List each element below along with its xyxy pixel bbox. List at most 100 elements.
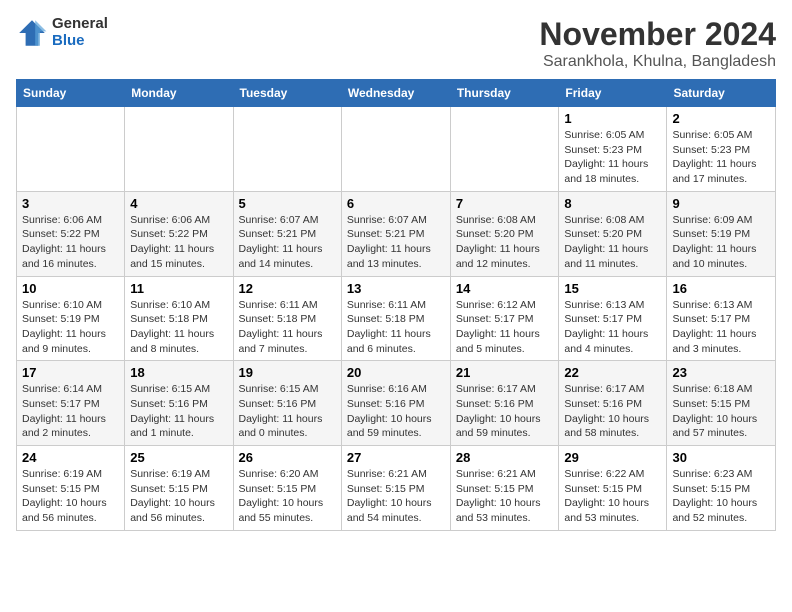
day-number: 22 (564, 365, 661, 380)
location-title: Sarankhola, Khulna, Bangladesh (539, 53, 776, 71)
day-info: Sunrise: 6:12 AM Sunset: 5:17 PM Dayligh… (456, 298, 554, 357)
day-number: 6 (347, 196, 445, 211)
month-title: November 2024 (539, 16, 776, 53)
logo-general: General (52, 16, 108, 33)
day-number: 4 (130, 196, 227, 211)
header-row: SundayMondayTuesdayWednesdayThursdayFrid… (17, 80, 776, 107)
day-number: 5 (239, 196, 336, 211)
day-number: 14 (456, 281, 554, 296)
day-info: Sunrise: 6:22 AM Sunset: 5:15 PM Dayligh… (564, 467, 661, 526)
calendar-cell: 4 Sunrise: 6:06 AM Sunset: 5:22 PM Daylig… (125, 191, 233, 276)
calendar-cell: 10 Sunrise: 6:10 AM Sunset: 5:19 PM Dayli… (17, 276, 125, 361)
header-wednesday: Wednesday (341, 80, 450, 107)
day-info: Sunrise: 6:16 AM Sunset: 5:16 PM Dayligh… (347, 382, 445, 441)
header: General Blue November 2024 Sarankhola, K… (16, 16, 776, 71)
calendar-cell: 1 Sunrise: 6:05 AM Sunset: 5:23 PM Daylig… (559, 107, 667, 192)
calendar-cell: 23 Sunrise: 6:18 AM Sunset: 5:15 PM Dayli… (667, 361, 776, 446)
day-info: Sunrise: 6:21 AM Sunset: 5:15 PM Dayligh… (456, 467, 554, 526)
calendar-cell: 9 Sunrise: 6:09 AM Sunset: 5:19 PM Daylig… (667, 191, 776, 276)
day-number: 23 (672, 365, 770, 380)
title-block: November 2024 Sarankhola, Khulna, Bangla… (539, 16, 776, 71)
day-info: Sunrise: 6:11 AM Sunset: 5:18 PM Dayligh… (347, 298, 445, 357)
calendar-cell: 13 Sunrise: 6:11 AM Sunset: 5:18 PM Dayli… (341, 276, 450, 361)
calendar-cell: 5 Sunrise: 6:07 AM Sunset: 5:21 PM Daylig… (233, 191, 341, 276)
day-info: Sunrise: 6:07 AM Sunset: 5:21 PM Dayligh… (239, 213, 336, 272)
calendar-cell: 19Sunrise: 6:15 AM Sunset: 5:16 PM Dayli… (233, 361, 341, 446)
day-info: Sunrise: 6:23 AM Sunset: 5:15 PM Dayligh… (672, 467, 770, 526)
day-info: Sunrise: 6:14 AM Sunset: 5:17 PM Dayligh… (22, 382, 119, 441)
calendar-table: SundayMondayTuesdayWednesdayThursdayFrid… (16, 79, 776, 531)
day-number: 30 (672, 450, 770, 465)
calendar-cell: 18 Sunrise: 6:15 AM Sunset: 5:16 PM Dayli… (125, 361, 233, 446)
day-number: 25 (130, 450, 227, 465)
day-info: Sunrise: 6:06 AM Sunset: 5:22 PM Dayligh… (130, 213, 227, 272)
day-number: 21 (456, 365, 554, 380)
day-number: 10 (22, 281, 119, 296)
day-number: 1 (564, 111, 661, 126)
day-info: Sunrise: 6:08 AM Sunset: 5:20 PM Dayligh… (456, 213, 554, 272)
page-container: General Blue November 2024 Sarankhola, K… (16, 16, 776, 531)
day-number: 11 (130, 281, 227, 296)
day-info: Sunrise: 6:15 AM Sunset: 5:16 PM Dayligh… (130, 382, 227, 441)
day-number: 18 (130, 365, 227, 380)
calendar-cell: 8 Sunrise: 6:08 AM Sunset: 5:20 PM Daylig… (559, 191, 667, 276)
calendar-cell: 30 Sunrise: 6:23 AM Sunset: 5:15 PM Dayli… (667, 446, 776, 531)
header-friday: Friday (559, 80, 667, 107)
logo-icon (16, 17, 48, 49)
calendar-cell: 29 Sunrise: 6:22 AM Sunset: 5:15 PM Dayli… (559, 446, 667, 531)
calendar-cell: 27Sunrise: 6:21 AM Sunset: 5:15 PM Dayli… (341, 446, 450, 531)
day-number: 16 (672, 281, 770, 296)
day-info: Sunrise: 6:15 AM Sunset: 5:16 PM Dayligh… (239, 382, 336, 441)
calendar-cell: 15 Sunrise: 6:13 AM Sunset: 5:17 PM Dayli… (559, 276, 667, 361)
calendar-cell: 21 Sunrise: 6:17 AM Sunset: 5:16 PM Dayli… (450, 361, 559, 446)
day-number: 29 (564, 450, 661, 465)
logo: General Blue (16, 16, 108, 49)
day-number: 7 (456, 196, 554, 211)
logo-text: General Blue (52, 16, 108, 49)
day-info: Sunrise: 6:05 AM Sunset: 5:23 PM Dayligh… (564, 128, 661, 187)
header-monday: Monday (125, 80, 233, 107)
day-info: Sunrise: 6:09 AM Sunset: 5:19 PM Dayligh… (672, 213, 770, 272)
day-number: 20 (347, 365, 445, 380)
calendar-cell: 14 Sunrise: 6:12 AM Sunset: 5:17 PM Dayli… (450, 276, 559, 361)
day-number: 2 (672, 111, 770, 126)
day-number: 8 (564, 196, 661, 211)
day-number: 3 (22, 196, 119, 211)
day-number: 13 (347, 281, 445, 296)
day-info: Sunrise: 6:18 AM Sunset: 5:15 PM Dayligh… (672, 382, 770, 441)
day-info: Sunrise: 6:08 AM Sunset: 5:20 PM Dayligh… (564, 213, 661, 272)
calendar-cell: 16 Sunrise: 6:13 AM Sunset: 5:17 PM Dayli… (667, 276, 776, 361)
week-row-1: 3 Sunrise: 6:06 AM Sunset: 5:22 PM Daylig… (17, 191, 776, 276)
day-info: Sunrise: 6:19 AM Sunset: 5:15 PM Dayligh… (22, 467, 119, 526)
day-number: 28 (456, 450, 554, 465)
day-number: 17 (22, 365, 119, 380)
week-row-3: 17 Sunrise: 6:14 AM Sunset: 5:17 PM Dayli… (17, 361, 776, 446)
day-info: Sunrise: 6:20 AM Sunset: 5:15 PM Dayligh… (239, 467, 336, 526)
calendar-cell: 28 Sunrise: 6:21 AM Sunset: 5:15 PM Dayli… (450, 446, 559, 531)
calendar-cell (17, 107, 125, 192)
day-info: Sunrise: 6:19 AM Sunset: 5:15 PM Dayligh… (130, 467, 227, 526)
calendar-cell (341, 107, 450, 192)
calendar-cell (125, 107, 233, 192)
calendar-cell (233, 107, 341, 192)
week-row-2: 10 Sunrise: 6:10 AM Sunset: 5:19 PM Dayli… (17, 276, 776, 361)
calendar-cell: 22 Sunrise: 6:17 AM Sunset: 5:16 PM Dayli… (559, 361, 667, 446)
week-row-4: 24Sunrise: 6:19 AM Sunset: 5:15 PM Dayli… (17, 446, 776, 531)
day-info: Sunrise: 6:05 AM Sunset: 5:23 PM Dayligh… (672, 128, 770, 187)
day-info: Sunrise: 6:17 AM Sunset: 5:16 PM Dayligh… (456, 382, 554, 441)
day-info: Sunrise: 6:10 AM Sunset: 5:19 PM Dayligh… (22, 298, 119, 357)
header-sunday: Sunday (17, 80, 125, 107)
calendar-cell: 11Sunrise: 6:10 AM Sunset: 5:18 PM Dayli… (125, 276, 233, 361)
day-number: 26 (239, 450, 336, 465)
calendar-cell (450, 107, 559, 192)
day-number: 9 (672, 196, 770, 211)
calendar-cell: 2 Sunrise: 6:05 AM Sunset: 5:23 PM Daylig… (667, 107, 776, 192)
day-info: Sunrise: 6:13 AM Sunset: 5:17 PM Dayligh… (564, 298, 661, 357)
calendar-cell: 26 Sunrise: 6:20 AM Sunset: 5:15 PM Dayli… (233, 446, 341, 531)
day-info: Sunrise: 6:13 AM Sunset: 5:17 PM Dayligh… (672, 298, 770, 357)
header-thursday: Thursday (450, 80, 559, 107)
day-info: Sunrise: 6:17 AM Sunset: 5:16 PM Dayligh… (564, 382, 661, 441)
day-number: 15 (564, 281, 661, 296)
calendar-cell: 3 Sunrise: 6:06 AM Sunset: 5:22 PM Daylig… (17, 191, 125, 276)
day-info: Sunrise: 6:06 AM Sunset: 5:22 PM Dayligh… (22, 213, 119, 272)
